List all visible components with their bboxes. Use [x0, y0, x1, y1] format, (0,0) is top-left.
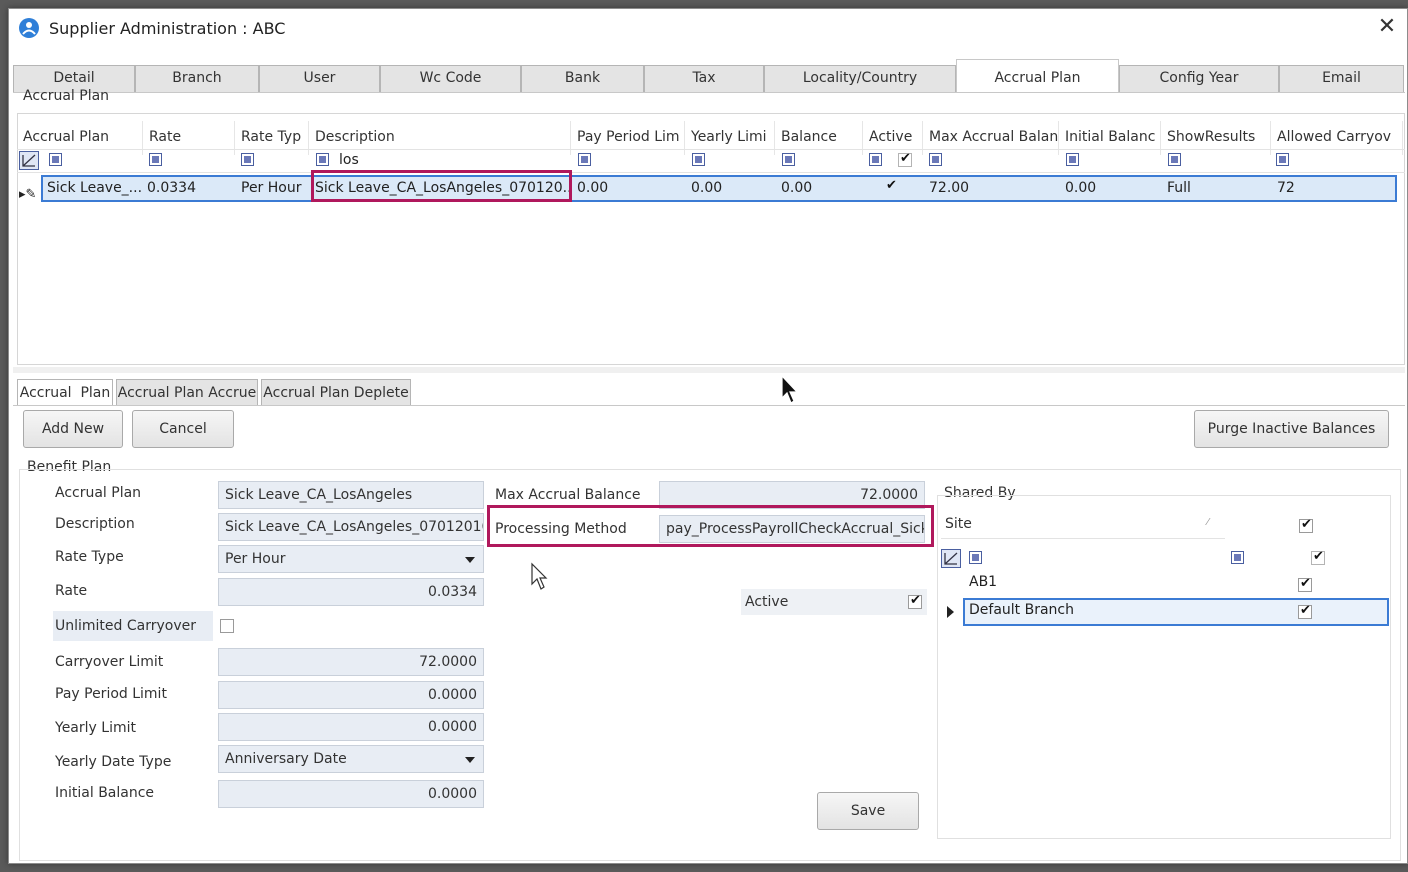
tab-tax[interactable]: Tax	[644, 65, 764, 92]
tab-accrual-plan[interactable]: Accrual Plan	[956, 59, 1119, 93]
cell-rate[interactable]: 0.0334	[141, 176, 231, 202]
cell-yearly-limit[interactable]: 0.00	[685, 176, 773, 202]
subtab-accrual-plan-deplete[interactable]: Accrual Plan Deplete	[261, 379, 411, 406]
row-edit-indicator-icon: ▸✎	[19, 187, 37, 202]
tab-email[interactable]: Email	[1279, 65, 1404, 92]
cell-show-results[interactable]: Full	[1161, 176, 1269, 202]
subtab-accrual-plan-accrue[interactable]: Accrual Plan Accrue	[116, 379, 258, 406]
grid-section-label: Accrual Plan	[23, 88, 110, 104]
cancel-button[interactable]: Cancel	[132, 410, 234, 448]
filter-allowed-carryover-toggle[interactable]	[1276, 153, 1289, 166]
cell-accrual-plan[interactable]: Sick Leave_...	[41, 176, 141, 202]
filter-initial-balance-toggle[interactable]	[1066, 153, 1079, 166]
shared-row-ab1-checkbox[interactable]	[1298, 576, 1312, 592]
cell-max-accrual-balance[interactable]: 72.00	[923, 176, 1057, 202]
filter-rate-toggle[interactable]	[149, 153, 162, 166]
description-highlight	[311, 170, 572, 202]
shared-row-site-default[interactable]: Default Branch	[969, 602, 1074, 618]
shared-row-default-checkbox[interactable]	[1298, 603, 1312, 619]
rate-type-select[interactable]: Per Hour	[218, 545, 484, 573]
pay-period-limit-field[interactable]: 0.0000	[218, 681, 484, 709]
mouse-cursor-icon	[780, 374, 800, 406]
chevron-down-icon	[465, 757, 475, 763]
save-button[interactable]: Save	[817, 792, 919, 830]
carryover-limit-field[interactable]: 72.0000	[218, 648, 484, 676]
filter-pay-period-toggle[interactable]	[578, 153, 591, 166]
cell-initial-balance[interactable]: 0.00	[1059, 176, 1159, 202]
filter-active-checkbox[interactable]	[898, 151, 912, 167]
filter-description-toggle[interactable]	[316, 153, 329, 166]
shared-filter-editor-icon[interactable]	[941, 549, 961, 568]
tab-locality-country[interactable]: Locality/Country	[764, 65, 956, 92]
label-unlimited-carryover: Unlimited Carryover	[53, 611, 213, 641]
filter-rate-type-toggle[interactable]	[241, 153, 254, 166]
unlimited-carryover-checkbox[interactable]	[220, 619, 234, 633]
app-icon	[19, 18, 39, 38]
description-field[interactable]: Sick Leave_CA_LosAngeles_07012016	[218, 513, 484, 541]
label-description: Description	[55, 516, 135, 532]
yearly-date-type-select[interactable]: Anniversary Date	[218, 745, 484, 773]
cell-rate-type[interactable]: Per Hour	[235, 176, 309, 202]
label-rate-type: Rate Type	[55, 549, 124, 565]
tab-config-year[interactable]: Config Year	[1119, 65, 1279, 92]
rate-field[interactable]: 0.0334	[218, 578, 484, 606]
tab-wc-code[interactable]: Wc Code	[380, 65, 521, 92]
supplier-admin-window: Supplier Administration : ABC ✕ Detail B…	[8, 8, 1408, 864]
filter-yearly-limit-toggle[interactable]	[692, 153, 705, 166]
window-title: Supplier Administration : ABC	[49, 19, 286, 38]
shared-filter-checkbox[interactable]	[1311, 549, 1325, 565]
label-initial-balance: Initial Balance	[55, 785, 155, 801]
label-max-accrual-balance: Max Accrual Balance	[495, 487, 641, 503]
yearly-limit-field[interactable]: 0.0000	[218, 713, 484, 741]
chevron-down-icon	[465, 557, 475, 563]
initial-balance-field[interactable]: 0.0000	[218, 780, 484, 808]
label-yearly-limit: Yearly Limit	[55, 720, 136, 736]
filter-description-input[interactable]: los	[339, 150, 559, 170]
shared-by-grid	[937, 495, 1391, 839]
add-new-button[interactable]: Add New	[23, 410, 123, 448]
label-accrual-plan: Accrual Plan	[55, 485, 142, 501]
label-rate: Rate	[55, 583, 88, 599]
shared-col-site[interactable]: Site	[941, 509, 1225, 539]
label-yearly-date-type: Yearly Date Type	[55, 754, 172, 770]
subtab-accrual-plan[interactable]: Accrual Plan	[17, 379, 113, 406]
processing-method-highlight	[487, 505, 934, 547]
filter-balance-toggle[interactable]	[782, 153, 795, 166]
label-active: Active	[741, 589, 927, 615]
tab-bank[interactable]: Bank	[521, 65, 644, 92]
accrual-plan-field[interactable]: Sick Leave_CA_LosAngeles	[218, 481, 484, 509]
shared-filter-flag-toggle[interactable]	[1231, 551, 1244, 564]
shared-row-site[interactable]: AB1	[969, 574, 997, 590]
filter-row	[17, 149, 1405, 173]
cell-active-checkbox[interactable]	[885, 178, 899, 195]
label-carryover-limit: Carryover Limit	[55, 654, 164, 670]
filter-accrual-plan-toggle[interactable]	[49, 153, 62, 166]
cell-allowed-carryover[interactable]: 72	[1271, 176, 1391, 202]
subtab-strip-divider	[13, 405, 1405, 406]
rate-type-value: Per Hour	[225, 551, 286, 567]
tab-branch[interactable]: Branch	[135, 65, 259, 92]
filter-show-results-toggle[interactable]	[1168, 153, 1181, 166]
lower-panel-divider	[13, 367, 1405, 373]
active-checkbox[interactable]	[908, 593, 922, 609]
purge-inactive-balances-button[interactable]: Purge Inactive Balances	[1194, 410, 1389, 448]
label-pay-period-limit: Pay Period Limit	[55, 686, 167, 702]
filter-max-accrual-toggle[interactable]	[929, 153, 942, 166]
shared-filter-site-toggle[interactable]	[969, 551, 982, 564]
filter-active-toggle[interactable]	[869, 153, 882, 166]
cell-pay-period-limit[interactable]: 0.00	[571, 176, 683, 202]
hover-cursor-icon	[530, 562, 550, 592]
filter-editor-icon[interactable]	[19, 151, 39, 170]
tab-user[interactable]: User	[259, 65, 380, 92]
yearly-date-type-value: Anniversary Date	[225, 751, 347, 767]
tab-strip-divider	[13, 92, 1405, 93]
close-icon[interactable]: ✕	[1375, 15, 1399, 39]
resize-grip-icon: ⁄	[1207, 517, 1209, 528]
row-pointer-icon	[947, 606, 954, 618]
cell-balance[interactable]: 0.00	[775, 176, 861, 202]
shared-select-all-checkbox[interactable]	[1299, 517, 1313, 533]
